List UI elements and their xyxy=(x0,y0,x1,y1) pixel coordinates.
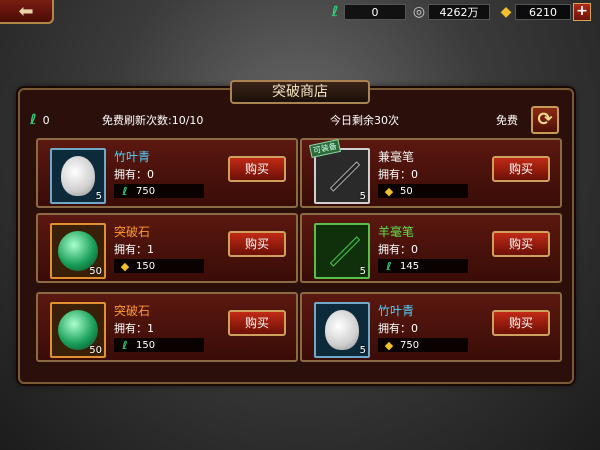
price-value: 150 xyxy=(136,260,156,272)
item-name: 兼毫笔 xyxy=(378,150,415,164)
item-price: ℓ 750 xyxy=(114,184,204,198)
price-value: 145 xyxy=(400,260,420,272)
item-quantity: 5 xyxy=(359,191,366,202)
shop-item-card: 5 羊毫笔 拥有：0 ℓ 145 购买 xyxy=(300,213,562,283)
buy-button[interactable]: 购买 xyxy=(228,231,286,257)
jade-icon: ℓ xyxy=(122,184,128,198)
item-icon-frame[interactable]: 5 xyxy=(50,148,106,204)
item-price: ℓ 150 xyxy=(114,338,204,352)
today-remaining: 今日剩余30次 xyxy=(330,114,399,127)
refresh-button[interactable]: ⟳ xyxy=(531,106,559,134)
buy-button[interactable]: 购买 xyxy=(228,156,286,182)
item-icon-frame[interactable]: 50 xyxy=(50,302,106,358)
jade-count: 0 xyxy=(42,113,50,127)
buy-button[interactable]: 购买 xyxy=(492,231,550,257)
wine-gourd-icon xyxy=(325,310,359,350)
top-bar: ⬅ ℓ 0 ◎ 4262万 ◆ 6210 + xyxy=(0,0,600,26)
item-owned: 拥有：0 xyxy=(378,322,418,335)
item-quantity: 5 xyxy=(359,345,366,356)
item-owned: 拥有：0 xyxy=(378,243,418,256)
item-price: ◆ 50 xyxy=(378,184,468,198)
item-icon-frame[interactable]: 5 xyxy=(314,302,370,358)
shop-item-card: 50 突破石 拥有：1 ℓ 150 购买 xyxy=(36,292,298,362)
gold-ingot-icon: ◆ xyxy=(500,4,512,20)
buy-button[interactable]: 购买 xyxy=(492,156,550,182)
price-value: 150 xyxy=(136,339,156,351)
price-value: 50 xyxy=(400,185,413,197)
silver-resource: ◎ 4262万 xyxy=(410,3,490,21)
item-owned: 拥有：1 xyxy=(114,322,154,335)
item-name: 羊毫笔 xyxy=(378,225,415,239)
free-refresh-count: 免费刷新次数:10/10 xyxy=(102,114,204,127)
gold-resource: ◆ 6210 xyxy=(497,3,571,21)
jade-resource: ℓ 0 xyxy=(326,3,406,21)
item-name: 突破石 xyxy=(114,304,151,318)
back-button[interactable]: ⬅ xyxy=(0,0,54,24)
item-name: 竹叶青 xyxy=(114,150,151,164)
gold-ingot-icon: ◆ xyxy=(384,338,394,352)
shop-item-card: 可装备 5 兼毫笔 拥有：0 ◆ 50 购买 xyxy=(300,138,562,208)
buy-button[interactable]: 购买 xyxy=(492,310,550,336)
equippable-tag: 可装备 xyxy=(308,139,342,158)
price-value: 750 xyxy=(400,339,420,351)
item-name: 突破石 xyxy=(114,225,151,239)
jade-icon: ℓ xyxy=(331,4,339,20)
item-owned: 拥有：0 xyxy=(114,168,154,181)
item-price: ◆ 150 xyxy=(114,259,204,273)
gold-ingot-icon: ◆ xyxy=(384,184,394,198)
brush-icon xyxy=(329,161,361,192)
breakthrough-stone-icon xyxy=(58,231,98,271)
free-label: 免费 xyxy=(496,114,518,127)
item-name: 竹叶青 xyxy=(378,304,415,318)
shop-item-card: 50 突破石 拥有：1 ◆ 150 购买 xyxy=(36,213,298,283)
buy-button[interactable]: 购买 xyxy=(228,310,286,336)
item-price: ℓ 145 xyxy=(378,259,468,273)
item-quantity: 50 xyxy=(89,266,102,277)
item-price: ◆ 750 xyxy=(378,338,468,352)
jade-icon: ℓ xyxy=(386,259,392,273)
item-icon-frame[interactable]: 可装备 5 xyxy=(308,139,370,204)
item-icon-frame[interactable]: 50 xyxy=(50,223,106,279)
item-quantity: 50 xyxy=(89,345,102,356)
arrow-left-icon: ⬅ xyxy=(18,0,34,22)
silver-amount: 4262万 xyxy=(428,4,490,20)
jade-amount: 0 xyxy=(344,4,406,20)
shop-item-card: 5 竹叶青 拥有：0 ◆ 750 购买 xyxy=(300,292,562,362)
jade-icon: ℓ xyxy=(122,338,128,352)
shop-title: 突破商店 xyxy=(230,80,370,104)
refresh-icon: ⟳ xyxy=(537,109,553,130)
shop-info-row: ℓ 0 免费刷新次数:10/10 今日剩余30次 免费 xyxy=(30,108,560,132)
jade-icon: ℓ xyxy=(30,112,37,128)
add-currency-button[interactable]: + xyxy=(573,3,591,21)
item-owned: 拥有：0 xyxy=(378,168,418,181)
gold-ingot-icon: ◆ xyxy=(120,259,130,273)
wine-gourd-icon xyxy=(61,156,95,196)
item-owned: 拥有：1 xyxy=(114,243,154,256)
brush-icon xyxy=(329,236,361,267)
breakthrough-stone-icon xyxy=(58,310,98,350)
gold-amount: 6210 xyxy=(515,4,571,20)
shop-item-card: 5 竹叶青 拥有：0 ℓ 750 购买 xyxy=(36,138,298,208)
item-quantity: 5 xyxy=(359,266,366,277)
item-icon-frame[interactable]: 5 xyxy=(314,223,370,279)
silver-coin-icon: ◎ xyxy=(412,4,426,20)
price-value: 750 xyxy=(136,185,156,197)
item-quantity: 5 xyxy=(95,191,102,202)
